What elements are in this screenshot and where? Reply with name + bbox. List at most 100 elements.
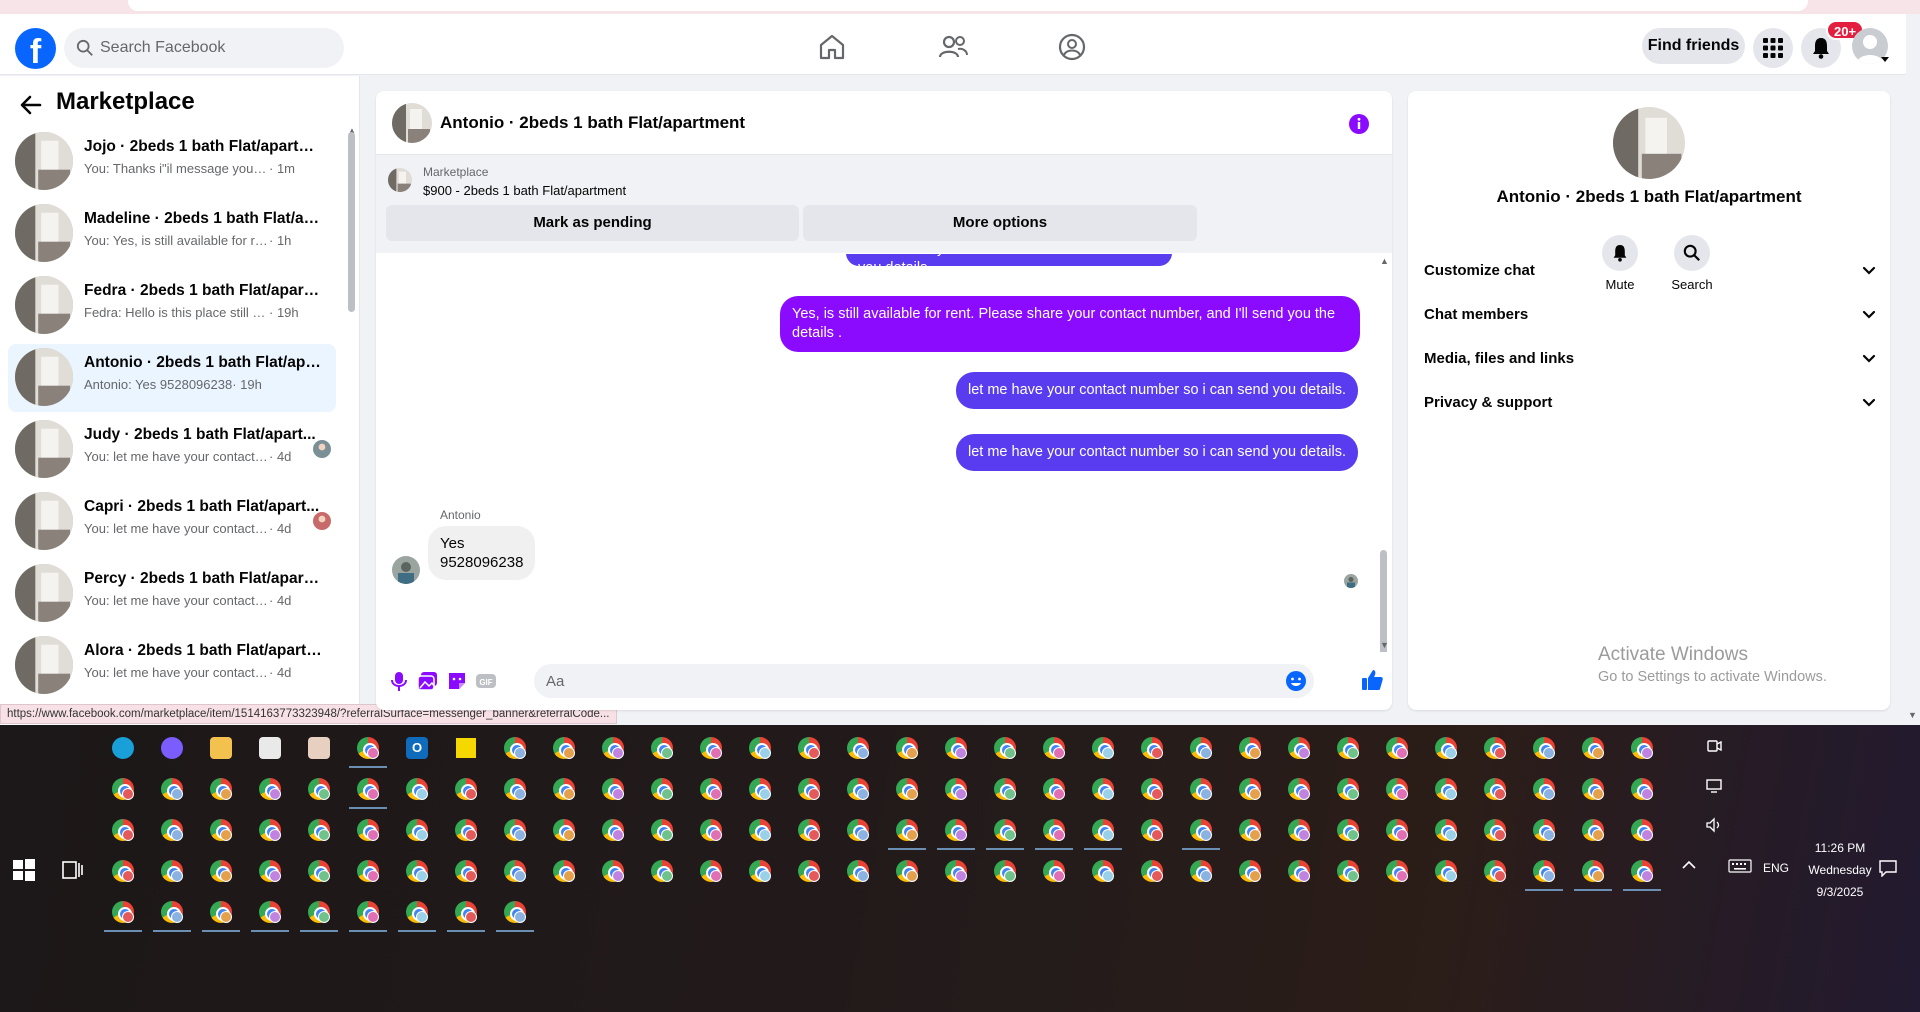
chrome-profile-icon[interactable]: [402, 815, 432, 845]
chrome-profile-icon[interactable]: [1627, 815, 1657, 845]
listing-title[interactable]: $900 - 2beds 1 bath Flat/apartment: [423, 183, 626, 198]
outgoing-message[interactable]: let me have your contact number so i can…: [956, 434, 1359, 471]
thumbs-up-icon[interactable]: [1360, 668, 1384, 692]
chrome-profile-icon[interactable]: [1431, 733, 1461, 763]
chrome-profile-icon[interactable]: [447, 897, 485, 932]
chrome-profile-icon[interactable]: [888, 815, 926, 850]
conversation-item[interactable]: Alora · 2beds 1 bath Flat/apartm... You: …: [8, 632, 336, 700]
conversation-avatar[interactable]: [1613, 107, 1685, 179]
conversation-item[interactable]: Capri · 2beds 1 bath Flat/apart... You: l…: [8, 488, 336, 556]
chrome-profile-icon[interactable]: [349, 897, 387, 932]
chrome-profile-icon[interactable]: [598, 856, 628, 886]
microphone-icon[interactable]: [388, 670, 410, 692]
chrome-profile-icon[interactable]: [1235, 774, 1265, 804]
chrome-profile-icon[interactable]: [1382, 856, 1412, 886]
chrome-profile-icon[interactable]: [402, 774, 432, 804]
chrome-profile-icon[interactable]: [745, 815, 775, 845]
chrome-profile-icon[interactable]: [1284, 856, 1314, 886]
chrome-profile-icon[interactable]: [108, 856, 138, 886]
chrome-profile-icon[interactable]: [647, 733, 677, 763]
chat-scrollbar[interactable]: [1380, 550, 1387, 652]
chrome-profile-icon[interactable]: [843, 733, 873, 763]
chat-avatar[interactable]: [392, 103, 432, 143]
paint-icon[interactable]: [304, 733, 334, 763]
sidebar-scrollbar[interactable]: [348, 132, 355, 312]
chrome-profile-icon[interactable]: [500, 774, 530, 804]
listing-thumbnail[interactable]: [388, 168, 412, 192]
conversation-item[interactable]: Jojo · 2beds 1 bath Flat/apartment You: T…: [8, 128, 336, 196]
chrome-profile-icon[interactable]: [1529, 815, 1559, 845]
chrome-profile-icon[interactable]: [451, 856, 481, 886]
sticker-icon[interactable]: [446, 670, 468, 692]
chrome-profile-icon[interactable]: [1284, 733, 1314, 763]
chrome-profile-icon[interactable]: [251, 897, 289, 932]
chrome-profile-icon[interactable]: [1480, 856, 1510, 886]
emoji-icon[interactable]: [1285, 670, 1307, 692]
chrome-profile-icon[interactable]: [349, 774, 387, 809]
message-input[interactable]: [546, 664, 1246, 698]
chrome-profile-icon[interactable]: [1627, 733, 1657, 763]
chrome-profile-icon[interactable]: [1137, 856, 1167, 886]
chrome-profile-icon[interactable]: [1431, 856, 1461, 886]
chrome-profile-icon[interactable]: [451, 815, 481, 845]
chrome-profile-icon[interactable]: [647, 815, 677, 845]
display-icon[interactable]: [1705, 777, 1723, 795]
chrome-profile-icon[interactable]: [1186, 856, 1216, 886]
chrome-profile-icon[interactable]: [1039, 774, 1069, 804]
conversation-item[interactable]: Antonio · 2beds 1 bath Flat/apar... Anton…: [8, 344, 336, 412]
chrome-profile-icon[interactable]: [206, 774, 236, 804]
chrome-profile-icon[interactable]: [1578, 774, 1608, 804]
conversation-item[interactable]: Judy · 2beds 1 bath Flat/apart... You: le…: [8, 416, 336, 484]
chrome-profile-icon[interactable]: [1333, 815, 1363, 845]
chrome-profile-icon[interactable]: [647, 774, 677, 804]
info-icon[interactable]: [1348, 113, 1370, 135]
info-section-row[interactable]: Privacy & support: [1424, 385, 1876, 421]
chrome-profile-icon[interactable]: [990, 856, 1020, 886]
chrome-profile-icon[interactable]: [745, 733, 775, 763]
chrome-profile-icon[interactable]: [941, 856, 971, 886]
chrome-profile-icon[interactable]: [745, 856, 775, 886]
chrome-profile-icon[interactable]: [1182, 815, 1220, 850]
conversation-item[interactable]: Percy · 2beds 1 bath Flat/apartm... You: …: [8, 560, 336, 628]
chrome-profile-icon[interactable]: [1088, 733, 1118, 763]
chrome-profile-icon[interactable]: [1333, 733, 1363, 763]
chrome-profile-icon[interactable]: [398, 897, 436, 932]
chrome-profile-icon[interactable]: [892, 774, 922, 804]
chrome-profile-icon[interactable]: [696, 733, 726, 763]
page-scroll-down-arrow-icon[interactable]: ▼: [1908, 710, 1917, 720]
chrome-profile-icon[interactable]: [1627, 774, 1657, 804]
windows-start-icon[interactable]: [12, 858, 36, 882]
groups-icon[interactable]: [1055, 30, 1089, 64]
chrome-profile-icon[interactable]: [108, 815, 138, 845]
chrome-profile-icon[interactable]: [255, 815, 285, 845]
chrome-profile-icon[interactable]: [304, 856, 334, 886]
chrome-profile-icon[interactable]: [549, 815, 579, 845]
mark-as-pending-button[interactable]: Mark as pending: [386, 205, 799, 241]
chrome-profile-icon[interactable]: [1431, 774, 1461, 804]
chrome-profile-icon[interactable]: [794, 774, 824, 804]
task-view-icon[interactable]: [60, 858, 84, 882]
find-friends-button[interactable]: Find friends: [1642, 28, 1745, 64]
chrome-profile-icon[interactable]: [990, 733, 1020, 763]
chrome-profile-icon[interactable]: [1574, 856, 1612, 891]
chrome-profile-icon[interactable]: [696, 774, 726, 804]
keyboard-icon[interactable]: [1728, 858, 1752, 874]
chrome-profile-icon[interactable]: [500, 856, 530, 886]
chrome-profile-icon[interactable]: [157, 856, 187, 886]
chrome-profile-icon[interactable]: [304, 774, 334, 804]
chrome-profile-icon[interactable]: [206, 815, 236, 845]
photo-icon[interactable]: [417, 670, 439, 692]
more-options-button[interactable]: More options: [803, 205, 1197, 241]
copilot-icon[interactable]: [157, 733, 187, 763]
menu-button[interactable]: [1753, 28, 1793, 68]
conversation-item[interactable]: Fedra · 2beds 1 bath Flat/apartm... Fedra…: [8, 272, 336, 340]
chrome-profile-icon[interactable]: [892, 733, 922, 763]
volume-icon[interactable]: [1705, 816, 1723, 834]
info-section-row[interactable]: Customize chat: [1424, 253, 1876, 289]
chat-title[interactable]: Antonio · 2beds 1 bath Flat/apartment: [440, 113, 745, 133]
gif-icon[interactable]: GIF: [475, 670, 497, 692]
chrome-profile-icon[interactable]: [353, 856, 383, 886]
chrome-profile-icon[interactable]: [349, 733, 387, 768]
chrome-profile-icon[interactable]: [255, 856, 285, 886]
show-hidden-icons-chevron-icon[interactable]: [1681, 858, 1697, 872]
